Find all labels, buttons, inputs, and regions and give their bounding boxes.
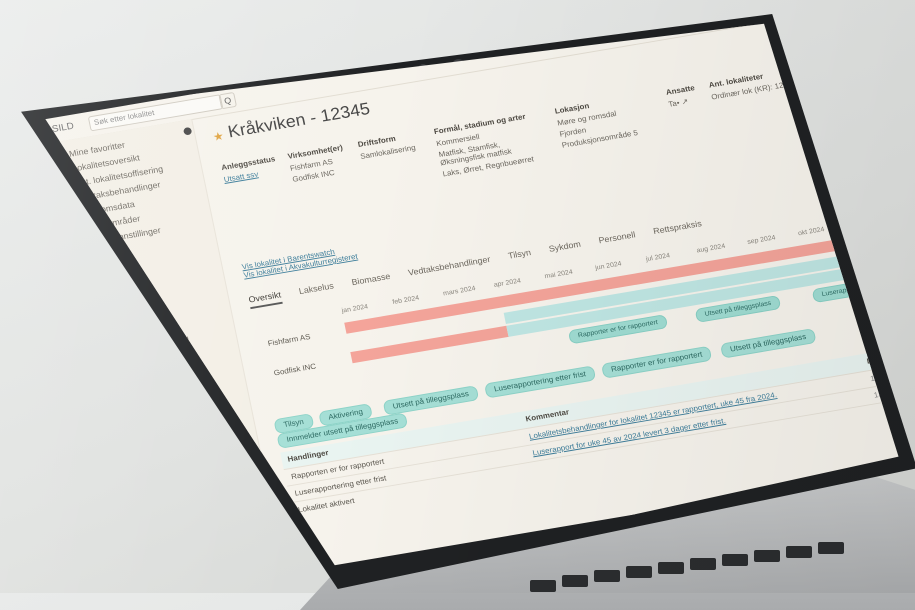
search-button[interactable]: Q	[218, 91, 238, 110]
external-links: Vis lokalitet i Barentswatch Vis lokalit…	[241, 244, 358, 279]
column-header[interactable]: Handlinger	[287, 448, 329, 463]
info-anleggsstatus: Anleggsstatus Utsatt ssv	[220, 154, 277, 184]
filter-chip[interactable]: Utsett på tilleggsplass	[382, 385, 480, 416]
tab-tilsyn[interactable]: Tilsyn	[507, 248, 532, 264]
timeline-bar-red[interactable]	[350, 325, 509, 364]
info-lokasjon: Lokasjon Møre og romsdal Fjorden Produks…	[554, 101, 639, 150]
star-icon[interactable]: ★	[212, 129, 225, 144]
timeline-row-label: Godfisk INC	[273, 361, 317, 378]
collapse-sidebar-button[interactable]	[182, 126, 193, 136]
info-virksomhet: Virksomhet(er) Fishfarm AS Godfisk INC	[286, 143, 344, 184]
info-formal: Formål, stadium og arter Kommersiell Mat…	[433, 112, 535, 179]
tab-personell[interactable]: Personell	[598, 230, 637, 248]
tab-sykdom[interactable]: Sykdom	[548, 239, 582, 256]
tab-biomasse[interactable]: Biomasse	[351, 271, 392, 289]
info-driftsform: Driftsform Samlokalisering	[357, 134, 417, 161]
tab-lakselus[interactable]: Lakselus	[298, 281, 335, 299]
info-ansatte: Ansatte Ta• ↗	[665, 83, 696, 109]
brand-logo: SILD	[51, 121, 75, 135]
filter-chip[interactable]: Utsett på tilleggsplass	[719, 328, 817, 359]
tab-rettspraksis[interactable]: Rettspraksis	[652, 219, 703, 239]
timeline-row-label: Fishfarm AS	[266, 332, 312, 348]
tab-vedtak[interactable]: Vedtaksbehandlinger	[407, 254, 491, 280]
tab-oversikt[interactable]: Oversikt	[247, 289, 283, 310]
